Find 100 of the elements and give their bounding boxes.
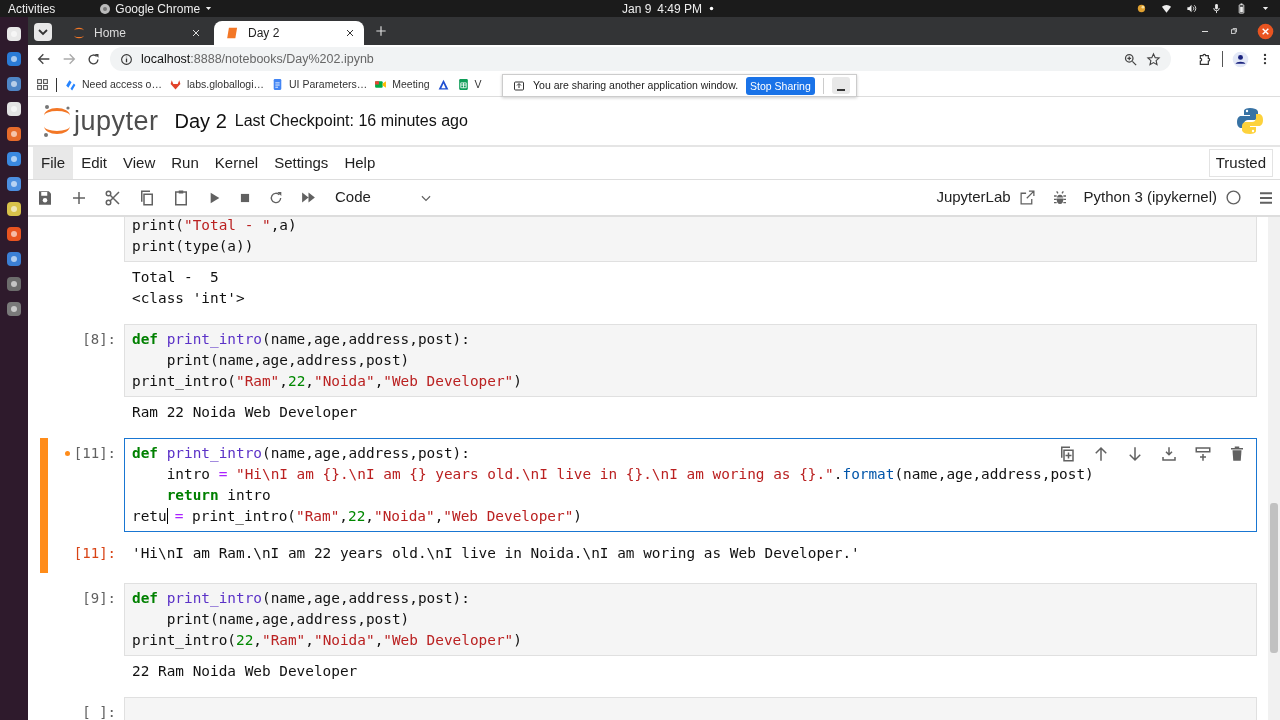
bookmark[interactable]: Need access o… (64, 76, 162, 93)
menu-item[interactable]: Help (336, 147, 384, 179)
browser-tab[interactable]: Home (60, 21, 210, 45)
restart-icon[interactable] (268, 189, 284, 206)
menu-item[interactable]: Run (163, 147, 207, 179)
delete-icon[interactable] (1228, 445, 1246, 463)
chrome-icon (99, 2, 112, 15)
output-line: Total - 5 (132, 268, 219, 287)
code-line: print(type(a)) (132, 237, 254, 256)
notebook-title[interactable]: Day 2 (174, 106, 227, 136)
sharing-message: You are sharing another application window. (533, 77, 739, 93)
clock-text: 4:49 PM (657, 0, 703, 18)
output-line: Ram 22 Noida Web Developer (132, 403, 358, 422)
reload-icon[interactable] (86, 51, 101, 67)
code-editor[interactable]: def print_intro(name,age,address,post): print(name,age,address,post) print_intro(22,"Ram","Noida","Web Developer") (124, 583, 1257, 656)
tab-search-button[interactable] (34, 22, 52, 41)
triangle-icon[interactable] (436, 78, 450, 91)
code-editor[interactable] (124, 438, 1257, 532)
app-menu[interactable]: Google Chrome (115, 0, 201, 18)
restore-icon[interactable] (1229, 26, 1239, 36)
code-line: print("Total - ",a) (132, 217, 297, 235)
code-line: print(name,age,address,post) (165, 610, 410, 629)
menu-item[interactable]: File (33, 147, 74, 179)
kernel-status-icon (1225, 189, 1242, 206)
code-line: def print_intro(name,age,address,post): (132, 444, 470, 464)
weather-icon (1136, 3, 1147, 14)
paste-icon[interactable] (172, 188, 190, 207)
caret-icon (204, 4, 214, 13)
star-icon[interactable] (1146, 51, 1161, 67)
date-text: Jan 9 (622, 0, 652, 18)
external-link-icon[interactable] (1018, 189, 1036, 206)
move-down-icon[interactable] (1126, 445, 1144, 463)
insert-below-icon[interactable] (1194, 445, 1212, 463)
wifi-icon (1161, 3, 1172, 14)
close-icon[interactable] (190, 27, 202, 39)
menu-item[interactable]: Edit (73, 147, 116, 179)
save-icon[interactable] (36, 188, 54, 207)
copy-icon[interactable] (138, 188, 156, 207)
info-icon[interactable] (120, 52, 133, 66)
cell-type-dropdown[interactable]: Code (335, 186, 433, 209)
move-up-icon[interactable] (1092, 445, 1110, 463)
execution-prompt: [8]: (82, 330, 116, 349)
puzzle-icon[interactable] (1197, 51, 1213, 67)
menu-item[interactable]: View (115, 147, 164, 179)
trusted-indicator[interactable]: Trusted (1208, 148, 1273, 178)
battery-icon (1236, 3, 1247, 14)
code-line: def print_intro(name,age,address,post): (132, 330, 470, 350)
output-prompt: [11]: (73, 544, 116, 563)
menu-icon[interactable] (1258, 189, 1274, 206)
code-editor[interactable]: def print_intro(name,age,address,post): print(name,age,address,post) print_intro("Ram",22,"Noida","Web Developer") (124, 324, 1257, 397)
jupyter-logo-icon (42, 104, 72, 138)
menu-item[interactable]: Settings (266, 147, 337, 179)
kernel-name[interactable]: Python 3 (ipykernel) (1083, 186, 1217, 209)
spreadsheet-icon (456, 78, 470, 91)
activities-button[interactable]: Activities (8, 0, 56, 18)
microphone-icon (1211, 3, 1222, 14)
jupyterlab-link[interactable]: JupyterLab (936, 186, 1011, 209)
bookmark[interactable]: UI Parameters… (271, 76, 368, 93)
code-line: print_intro("Ram",22,"Noida","Web Developer") (132, 372, 522, 392)
browser-tab[interactable]: Day 2 (214, 21, 364, 45)
code-line: print_intro(22,"Ram","Noida","Web Developer") (132, 631, 522, 651)
insert-above-icon[interactable] (1160, 445, 1178, 463)
apps-icon[interactable] (36, 78, 49, 91)
code-line: print(name,age,address,post) (165, 351, 410, 370)
code-line: return intro (165, 486, 271, 505)
url-text: localhost:8888/notebooks/Day%202.ipynb (141, 50, 374, 68)
close-icon[interactable] (344, 27, 356, 39)
tab-title: Day 2 (248, 25, 281, 42)
notebook-icon (226, 26, 240, 40)
bookmark[interactable]: labs.globallogi… (168, 76, 265, 93)
code-line: def print_intro(name,age,address,post): (132, 589, 470, 609)
scrollbar[interactable] (1268, 217, 1280, 720)
fox-icon (168, 78, 182, 91)
stop-sharing-button[interactable]: Stop Sharing (746, 76, 815, 95)
code-line: intro = "Hi\nI am {}.\nI am {} years old.\nI live in {}.\nI am woring as {}.".format(name,age,address,post) (165, 465, 1094, 484)
menu-item[interactable]: Kernel (206, 147, 267, 179)
checkpoint-text: Last Checkpoint: 16 minutes ago (234, 111, 468, 131)
output-line: 22 Ram Noida Web Developer (132, 662, 358, 681)
cut-icon[interactable] (104, 188, 122, 207)
output-line: <class 'int'> (132, 289, 245, 308)
tab-title: Home (94, 25, 127, 42)
execution-prompt: [11]: (73, 444, 116, 463)
bug-icon[interactable] (1051, 189, 1068, 206)
share-icon (513, 79, 525, 92)
minimize-button[interactable] (831, 77, 850, 94)
bookmark[interactable]: Meeting (374, 76, 430, 93)
new-tab-icon[interactable] (374, 24, 388, 38)
minimize-icon (836, 89, 845, 91)
code-line: retu = print_intro("Ram",22,"Noida","Web Developer") (132, 507, 582, 527)
back-icon[interactable] (36, 51, 52, 67)
code-editor[interactable]: print("Total - ",a) print(type(a)) (124, 217, 1257, 262)
duplicate-icon[interactable] (1058, 445, 1076, 463)
execution-prompt: [ ]: (82, 703, 116, 720)
execution-prompt: [9]: (82, 589, 116, 608)
close-icon[interactable] (1257, 22, 1274, 40)
address-bar[interactable]: localhost:8888/notebooks/Day%202.ipynb (110, 47, 1171, 71)
notification-dot-icon (708, 5, 716, 12)
zoom-icon[interactable] (1123, 51, 1138, 67)
bookmark[interactable]: V (456, 76, 482, 93)
profile-icon[interactable] (1232, 50, 1249, 68)
